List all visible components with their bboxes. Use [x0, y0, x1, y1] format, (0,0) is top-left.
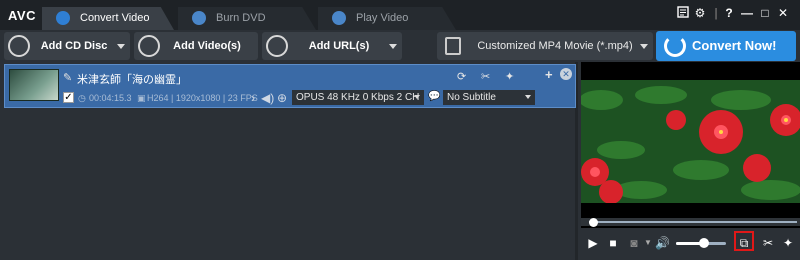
arrow-icon: ›: [251, 91, 255, 105]
audio-track-value: OPUS 48 KHz 0 Kbps 2 CH: [296, 92, 420, 103]
subtitle-value: No Subtitle: [447, 92, 496, 103]
play-icon: [332, 11, 346, 25]
close-button[interactable]: ✕: [776, 6, 790, 20]
chevron-down-icon[interactable]: [389, 44, 397, 49]
edit-name-icon[interactable]: ✎: [63, 71, 72, 84]
player-controls: ▶ ■ ◙ ▼ 🔊 ⧉ ✂ ✦: [581, 228, 800, 260]
magic-wand-icon[interactable]: ✦: [781, 236, 795, 250]
seek-bar[interactable]: [581, 218, 800, 227]
seek-track: [589, 221, 797, 223]
add-url-label: Add URL(s): [308, 40, 370, 52]
tab-burn-dvd[interactable]: Burn DVD: [178, 7, 316, 30]
add-cd-disc-button[interactable]: Add CD Disc: [4, 32, 130, 60]
disc-icon: [192, 11, 206, 25]
format-label: Customized MP4 Movie (*.mp4): [477, 40, 633, 52]
remove-icon[interactable]: ✕: [560, 68, 572, 80]
video-add-icon: [138, 35, 160, 57]
volume-icon[interactable]: 🔊: [655, 236, 670, 250]
add-videos-button[interactable]: Add Video(s): [134, 32, 258, 60]
output-format-select[interactable]: Customized MP4 Movie (*.mp4): [437, 32, 653, 60]
menu-list-icon[interactable]: [676, 6, 690, 20]
camera-icon[interactable]: ◙: [627, 236, 641, 250]
magic-wand-icon[interactable]: ✦: [505, 70, 514, 83]
refresh-icon: [664, 35, 686, 57]
add-video-label: Add Video(s): [173, 40, 241, 52]
chevron-down-icon[interactable]: [117, 44, 125, 49]
chevron-down-icon: [414, 95, 420, 99]
tab-play-video[interactable]: Play Video: [318, 7, 456, 30]
add-icon[interactable]: +: [545, 67, 553, 82]
duration: 00:04:15.3: [89, 93, 132, 103]
gear-icon[interactable]: ⚙: [693, 6, 707, 20]
list-item[interactable]: ✎ 米津玄師「海の幽霊」 ⟳ ✂ ✦ + ✕ ✓ ◷ 00:04:15.3 ▣ …: [4, 64, 576, 108]
film-icon: ▣: [137, 93, 146, 103]
tab-label: Convert Video: [80, 12, 150, 24]
scissors-icon[interactable]: ✂: [761, 236, 775, 250]
minimize-button[interactable]: —: [740, 6, 754, 20]
globe-add-icon: [266, 35, 288, 57]
chevron-down-icon: [525, 95, 531, 99]
file-list-panel: ✎ 米津玄師「海の幽霊」 ⟳ ✂ ✦ + ✕ ✓ ◷ 00:04:15.3 ▣ …: [0, 62, 578, 260]
tab-convert-video[interactable]: Convert Video: [42, 7, 174, 30]
convert-now-button[interactable]: Convert Now!: [656, 31, 796, 61]
tab-label: Play Video: [356, 12, 409, 24]
include-checkbox[interactable]: ✓: [63, 92, 74, 103]
volume-handle[interactable]: [698, 238, 709, 248]
toolbar: Add CD Disc Add Video(s) Add URL(s) Cust…: [0, 30, 800, 62]
file-name: 米津玄師「海の幽霊」: [77, 74, 187, 86]
audio-track-select[interactable]: OPUS 48 KHz 0 Kbps 2 CH: [292, 90, 424, 105]
stop-icon[interactable]: ■: [606, 236, 620, 250]
video-thumbnail: [9, 69, 59, 101]
app-logo: AVC: [8, 8, 36, 23]
play-icon[interactable]: ▶: [586, 236, 600, 250]
subtitle-icon: 💬: [428, 91, 441, 102]
add-urls-button[interactable]: Add URL(s): [262, 32, 402, 60]
convert-label: Convert Now!: [692, 38, 777, 53]
chevron-down-icon[interactable]: ▼: [641, 236, 655, 250]
clock-icon: ◷: [78, 93, 86, 103]
video-info: H264 | 1920x1080 | 23 FPS: [147, 93, 258, 103]
help-button[interactable]: ?: [722, 6, 736, 20]
scissors-icon[interactable]: ✂: [481, 70, 490, 83]
cd-add-icon: [8, 35, 30, 57]
highlight-box: [734, 231, 754, 251]
divider: |: [714, 6, 718, 20]
chevron-down-icon: [640, 44, 648, 49]
audio-track-icon: ⊕: [277, 91, 288, 105]
refresh-icon[interactable]: ⟳: [457, 70, 466, 83]
convert-icon: [56, 11, 70, 25]
film-icon: [445, 37, 461, 55]
tab-label: Burn DVD: [216, 12, 266, 24]
speaker-icon: ◀): [261, 91, 275, 105]
preview-frame: [581, 80, 800, 203]
title-bar: AVC Convert Video Burn DVD Play Video ⚙ …: [0, 0, 800, 30]
maximize-button[interactable]: □: [758, 6, 772, 20]
subtitle-select[interactable]: No Subtitle: [443, 90, 535, 105]
seek-handle[interactable]: [589, 218, 599, 227]
add-cd-label: Add CD Disc: [40, 40, 108, 52]
